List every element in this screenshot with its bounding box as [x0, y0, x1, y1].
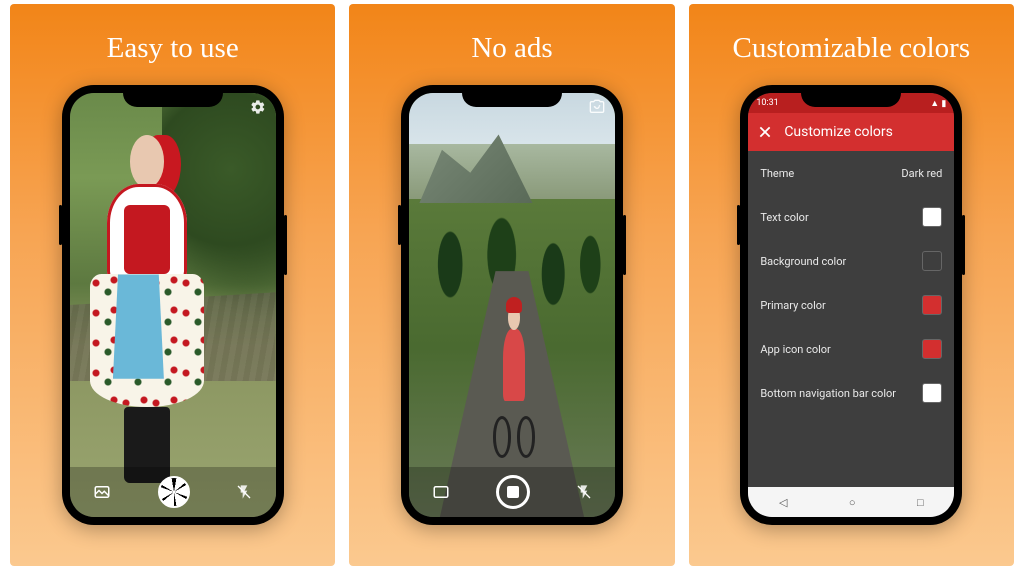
gallery-icon[interactable]	[432, 483, 450, 501]
setting-background-color[interactable]: Background color	[760, 239, 942, 283]
phone-notch	[462, 85, 562, 107]
settings-list: Theme Dark red Text color Background col…	[748, 151, 954, 487]
camera-viewfinder	[70, 93, 276, 517]
setting-app-icon-color[interactable]: App icon color	[760, 327, 942, 371]
subject-cyclist	[487, 297, 541, 458]
phone-mockup	[401, 85, 623, 525]
promo-panel-colors: Customizable colors 10:31 ▲ ▮ Customize …	[689, 4, 1014, 566]
status-icons: ▲ ▮	[930, 98, 946, 109]
phone-mockup: 10:31 ▲ ▮ Customize colors Theme Dark re…	[740, 85, 962, 525]
shutter-button[interactable]	[158, 476, 190, 508]
panel-title: Easy to use	[107, 32, 239, 65]
panel-title: No ads	[471, 32, 552, 65]
panel-title: Customizable colors	[733, 32, 971, 65]
switch-camera-icon[interactable]	[589, 99, 605, 115]
setting-label: Text color	[760, 211, 808, 224]
phone-screen	[409, 93, 615, 517]
setting-primary-color[interactable]: Primary color	[760, 283, 942, 327]
promo-panel-noads: No ads	[349, 4, 674, 566]
setting-value: Dark red	[901, 167, 942, 180]
promo-panel-easy: Easy to use	[10, 4, 335, 566]
setting-label: App icon color	[760, 343, 830, 356]
close-icon[interactable]	[758, 125, 772, 139]
settings-icon[interactable]	[250, 99, 266, 115]
settings-screen: 10:31 ▲ ▮ Customize colors Theme Dark re…	[748, 93, 954, 517]
color-swatch[interactable]	[922, 295, 942, 315]
phone-notch	[801, 85, 901, 107]
color-swatch[interactable]	[922, 339, 942, 359]
phone-mockup	[62, 85, 284, 525]
android-nav-bar: ◁ ○ □	[748, 487, 954, 517]
setting-label: Background color	[760, 255, 846, 268]
phone-screen	[70, 93, 276, 517]
phone-notch	[123, 85, 223, 107]
video-controls	[409, 467, 615, 517]
gallery-icon[interactable]	[93, 483, 111, 501]
color-swatch[interactable]	[922, 207, 942, 227]
color-swatch[interactable]	[922, 383, 942, 403]
setting-theme[interactable]: Theme Dark red	[760, 151, 942, 195]
setting-label: Primary color	[760, 299, 825, 312]
stop-record-button[interactable]	[496, 475, 530, 509]
camera-controls	[70, 467, 276, 517]
setting-label: Theme	[760, 167, 794, 180]
settings-header: Customize colors	[748, 113, 954, 151]
header-title: Customize colors	[784, 124, 893, 140]
setting-bottom-nav-color[interactable]: Bottom navigation bar color	[760, 371, 942, 415]
status-time: 10:31	[756, 98, 778, 108]
recents-icon[interactable]: □	[917, 496, 924, 509]
setting-text-color[interactable]: Text color	[760, 195, 942, 239]
phone-screen: 10:31 ▲ ▮ Customize colors Theme Dark re…	[748, 93, 954, 517]
flash-off-icon[interactable]	[236, 484, 252, 500]
setting-label: Bottom navigation bar color	[760, 387, 896, 400]
back-icon[interactable]: ◁	[779, 496, 787, 509]
subject-person	[90, 135, 203, 483]
video-viewfinder	[409, 93, 615, 517]
home-icon[interactable]: ○	[849, 496, 856, 509]
flash-off-icon[interactable]	[576, 484, 592, 500]
color-swatch[interactable]	[922, 251, 942, 271]
